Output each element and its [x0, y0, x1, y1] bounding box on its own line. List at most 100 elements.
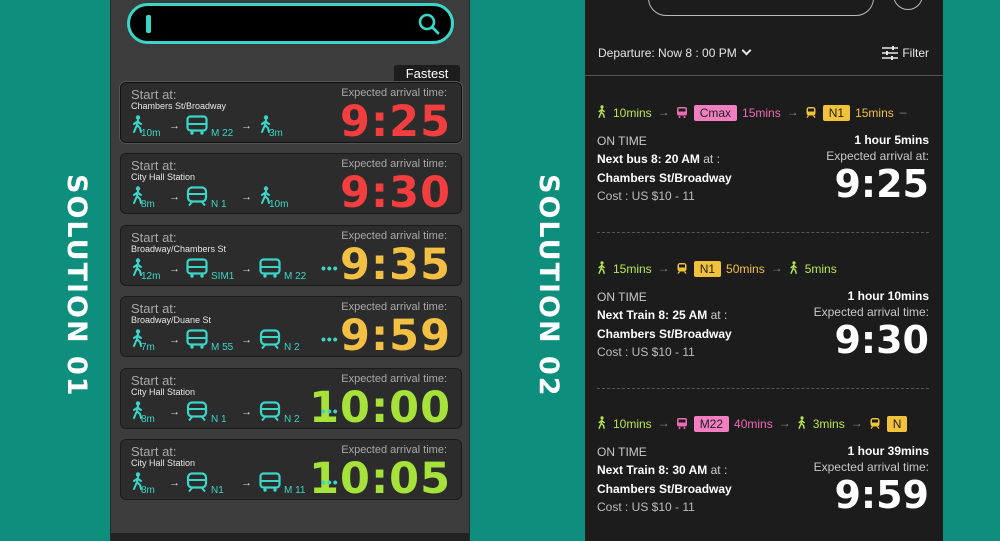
- route-segment: N1 15mins: [805, 104, 894, 122]
- start-label: Start at:: [131, 444, 177, 459]
- route-step-label: N 2: [284, 342, 300, 353]
- route-step-label: 10m: [141, 128, 161, 139]
- line-badge: N1: [822, 105, 851, 121]
- arrival-time: 9:35: [340, 240, 451, 290]
- bus-icon: [186, 115, 208, 138]
- route-segment: 10mins: [597, 104, 652, 122]
- start-location: Broadway/Duane St: [131, 315, 212, 325]
- route-step: 7m: [131, 329, 155, 353]
- trip-divider: [597, 232, 929, 233]
- next-departure-time: Next bus 8: 20 AM: [597, 152, 700, 166]
- search-icon[interactable]: [417, 12, 441, 36]
- start-location: City Hall Station: [131, 387, 196, 397]
- route-steps: 12m → SIM1 → M 22 •••: [131, 258, 338, 282]
- filter-label: Filter: [902, 46, 929, 60]
- route-step-label: M 22: [211, 128, 234, 139]
- route-segment: N1 50mins: [676, 260, 765, 278]
- train-icon: [805, 106, 817, 121]
- filter-button[interactable]: Filter: [882, 46, 929, 60]
- start-location: City Hall Station: [131, 458, 196, 468]
- start-location: City Hall Station: [131, 172, 196, 182]
- route-step-label: 8m: [141, 199, 155, 210]
- route-segment: 10mins: [597, 415, 652, 433]
- route-steps: 8m → N1 → M 11 •••: [131, 472, 338, 496]
- solution-02-label: SOLUTION 02: [533, 174, 564, 398]
- route-step-label: 7m: [141, 342, 155, 353]
- at-label: at :: [699, 152, 720, 166]
- route-card[interactable]: Start at: Broadway/Duane St Expected arriv…: [120, 296, 462, 361]
- more-indicator: –: [899, 105, 907, 120]
- header-divider: [585, 75, 943, 76]
- arrow-icon: →: [241, 120, 252, 132]
- route-step: 8m: [131, 186, 155, 210]
- route-step: N 1: [186, 401, 227, 425]
- route-step: 3m: [259, 115, 283, 139]
- arrival-time: 9:25: [340, 97, 451, 147]
- trip-card[interactable]: 10mins → M22 40mins → 3mins → N ON TIME Next Trai…: [585, 415, 943, 541]
- train-icon: [259, 401, 281, 424]
- solution-02-phone: Departure: Now 8 : 00 PM Filter 10mins → C…: [585, 0, 943, 541]
- more-steps-icon: •••: [321, 331, 339, 347]
- train-icon: [186, 472, 208, 495]
- walk-icon: [597, 416, 607, 432]
- departure-selector[interactable]: Departure: Now 8 : 00 PM: [598, 45, 752, 60]
- cost-text: Cost : US $10 - 11: [597, 189, 695, 203]
- status-text: ON TIME: [597, 290, 647, 304]
- train-icon: [186, 186, 208, 209]
- arrow-icon: →: [657, 416, 670, 431]
- route-step-label: N 2: [284, 414, 300, 425]
- start-location: Chambers St/Broadway: [131, 101, 227, 111]
- expected-arrival-label: Expected arrival time:: [813, 305, 929, 319]
- arrow-icon: →: [169, 263, 180, 275]
- train-icon: [869, 417, 881, 432]
- arrow-icon: →: [169, 191, 180, 203]
- line-badge: N1: [693, 261, 722, 277]
- text-cursor: [146, 15, 151, 33]
- line-badge: Cmax: [693, 105, 738, 121]
- route-card[interactable]: Start at: City Hall Station Expected arriv…: [120, 153, 462, 218]
- at-label: at :: [707, 463, 728, 477]
- route-card[interactable]: Start at: City Hall Station Expected arriv…: [120, 368, 462, 433]
- route-step: 8m: [131, 401, 155, 425]
- trip-duration: 1 hour 5mins: [854, 133, 929, 147]
- route-step: M 55: [186, 329, 233, 353]
- location-button[interactable]: [893, 0, 923, 10]
- top-search-field[interactable]: [648, 0, 874, 16]
- route-step: 12m: [131, 258, 160, 282]
- next-departure: Next Train 8: 25 AM at :: [597, 308, 727, 322]
- cost-text: Cost : US $10 - 11: [597, 345, 695, 359]
- search-input[interactable]: [127, 3, 454, 44]
- arrival-time: 9:59: [340, 311, 451, 361]
- arrow-icon: →: [169, 334, 180, 346]
- station-name: Chambers St/Broadway: [597, 482, 732, 496]
- route-card[interactable]: Start at: City Hall Station Expected arriv…: [120, 439, 462, 504]
- route-steps: 8m → N 1 → N 2 •••: [131, 401, 338, 425]
- arrow-icon: →: [778, 416, 791, 431]
- fastest-sort-tab[interactable]: Fastest: [394, 65, 460, 82]
- arrival-time: 9:30: [834, 318, 929, 362]
- expected-arrival-label: Expected arrival at:: [826, 149, 929, 163]
- route-card[interactable]: Start at: Chambers St/Broadway Expected ar…: [120, 82, 462, 147]
- cost-text: Cost : US $10 - 11: [597, 500, 695, 514]
- route-step: N 1: [186, 186, 227, 210]
- route-step-label: 8m: [141, 414, 155, 425]
- route-card[interactable]: Start at: Broadway/Chambers St Expected ar…: [120, 225, 462, 290]
- segment-duration: 10mins: [613, 106, 652, 120]
- bus-icon: [186, 329, 208, 352]
- expected-arrival-label: Expected arrival time:: [813, 460, 929, 474]
- next-departure: Next Train 8: 30 AM at :: [597, 463, 727, 477]
- route-step-label: N 1: [211, 199, 227, 210]
- route-step-label: M 11: [284, 485, 306, 496]
- bottom-bar: [111, 533, 469, 541]
- route-step: N1: [186, 472, 224, 496]
- route-step: N 2: [259, 329, 300, 353]
- bus-icon: [676, 106, 688, 121]
- start-label: Start at:: [131, 373, 177, 388]
- walk-icon: [597, 105, 607, 121]
- segment-duration: 15mins: [742, 106, 781, 120]
- chevron-down-icon: [741, 45, 752, 56]
- route-segment: 3mins: [797, 415, 845, 433]
- next-departure-time: Next Train 8: 25 AM: [597, 308, 708, 322]
- status-text: ON TIME: [597, 134, 647, 148]
- route-step: N 2: [259, 401, 300, 425]
